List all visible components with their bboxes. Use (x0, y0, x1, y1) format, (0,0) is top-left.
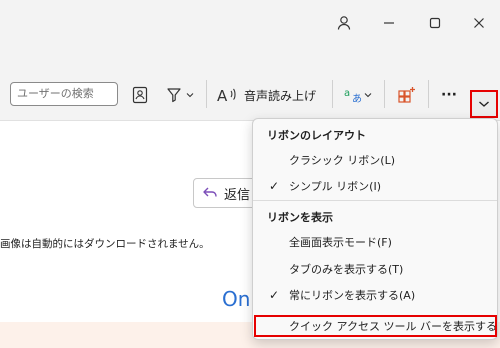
add-apps-icon (398, 87, 415, 103)
address-book-button[interactable] (128, 84, 152, 106)
classic-ribbon-option[interactable]: クラシック リボン(L) (253, 149, 497, 171)
add-apps-button[interactable] (394, 84, 420, 106)
divider (332, 80, 333, 108)
translate-icon: a あ (344, 88, 362, 104)
read-aloud-icon: A (217, 87, 236, 104)
ribbon: ユーザーの検索 A 音声読み上げ a あ ··· (0, 46, 500, 120)
checkmark-icon: ✓ (268, 288, 280, 302)
always-show-ribbon-option[interactable]: ✓ 常にリボンを表示する(A) (253, 284, 497, 306)
user-search-input[interactable]: ユーザーの検索 (10, 82, 118, 106)
divider (206, 80, 207, 108)
chevron-down-icon (186, 93, 194, 98)
person-icon (337, 16, 351, 30)
image-download-message: 画像は自動的にはダウンロードされません。 (0, 238, 210, 250)
svg-text:あ: あ (352, 93, 362, 104)
minimize-icon (384, 22, 394, 24)
ribbon-display-options-button[interactable] (470, 90, 498, 118)
more-options-button[interactable]: ··· (436, 84, 462, 106)
title-bar (0, 0, 500, 46)
close-icon (474, 18, 484, 28)
partial-heading: On (222, 287, 251, 311)
filter-icon (167, 88, 181, 103)
tabs-only-label: タブのみを表示する(T) (289, 263, 404, 276)
reply-button[interactable]: 返信 (193, 178, 257, 208)
maximize-icon (429, 17, 441, 29)
simple-ribbon-label: シンプル リボン(I) (289, 180, 381, 193)
reply-label: 返信 (224, 187, 251, 203)
account-button[interactable] (327, 6, 361, 40)
show-ribbon-header: リボンを表示 (267, 211, 333, 224)
always-show-ribbon-label: 常にリボンを表示する(A) (289, 289, 416, 302)
quick-access-toolbar-highlight (254, 315, 497, 337)
minimize-button[interactable] (372, 6, 406, 40)
more-icon: ··· (441, 87, 457, 103)
reply-icon (203, 187, 217, 197)
read-aloud-button[interactable]: A 音声読み上げ (216, 84, 324, 106)
tabs-only-option[interactable]: タブのみを表示する(T) (253, 258, 497, 280)
fullscreen-mode-label: 全画面表示モード(F) (289, 236, 392, 249)
maximize-button[interactable] (418, 6, 452, 40)
chevron-down-icon (364, 93, 372, 98)
ribbon-options-menu: リボンのレイアウト クラシック リボン(L) ✓ シンプル リボン(I) リボン… (252, 118, 500, 340)
checkmark-icon: ✓ (268, 179, 280, 193)
chevron-down-icon (479, 101, 489, 107)
filter-button[interactable] (164, 84, 196, 106)
address-book-icon (132, 86, 148, 104)
ribbon-layout-header: リボンのレイアウト (267, 129, 366, 142)
fullscreen-mode-option[interactable]: 全画面表示モード(F) (253, 231, 497, 253)
divider (384, 80, 385, 108)
read-aloud-label: 音声読み上げ (244, 88, 317, 103)
divider (428, 80, 429, 108)
translate-button[interactable]: a あ (342, 84, 374, 106)
svg-text:A: A (217, 87, 228, 104)
menu-divider (253, 200, 497, 201)
close-button[interactable] (462, 6, 496, 40)
svg-text:a: a (344, 88, 350, 99)
simple-ribbon-option[interactable]: ✓ シンプル リボン(I) (253, 175, 497, 197)
classic-ribbon-label: クラシック リボン(L) (289, 154, 395, 167)
